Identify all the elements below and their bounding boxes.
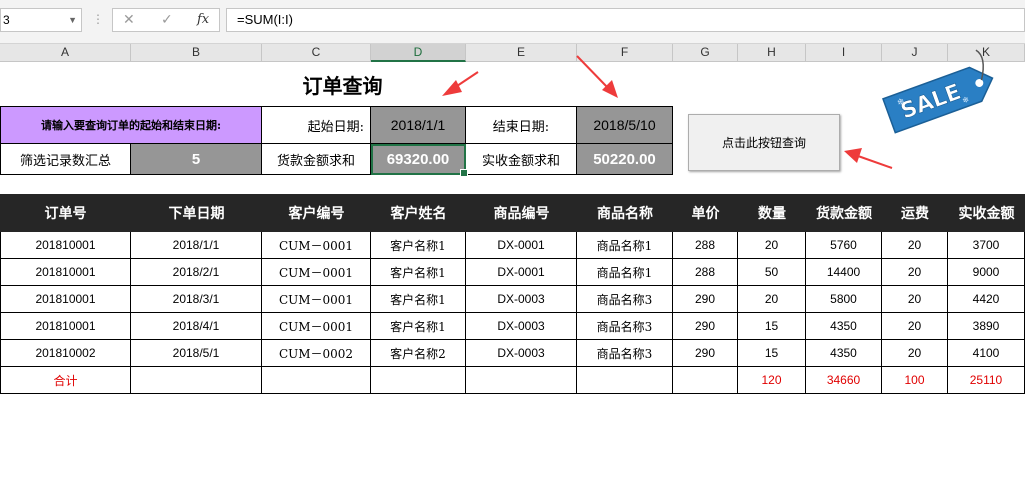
sale-tag-icon: SALE ❄ ❄: [882, 49, 994, 134]
arrow-pointing-end-date-icon: [576, 55, 618, 98]
arrow-pointing-button-icon: [844, 148, 893, 169]
arrow-pointing-title-icon: [442, 71, 479, 96]
annotation-overlay: SALE ❄ ❄: [442, 49, 994, 169]
